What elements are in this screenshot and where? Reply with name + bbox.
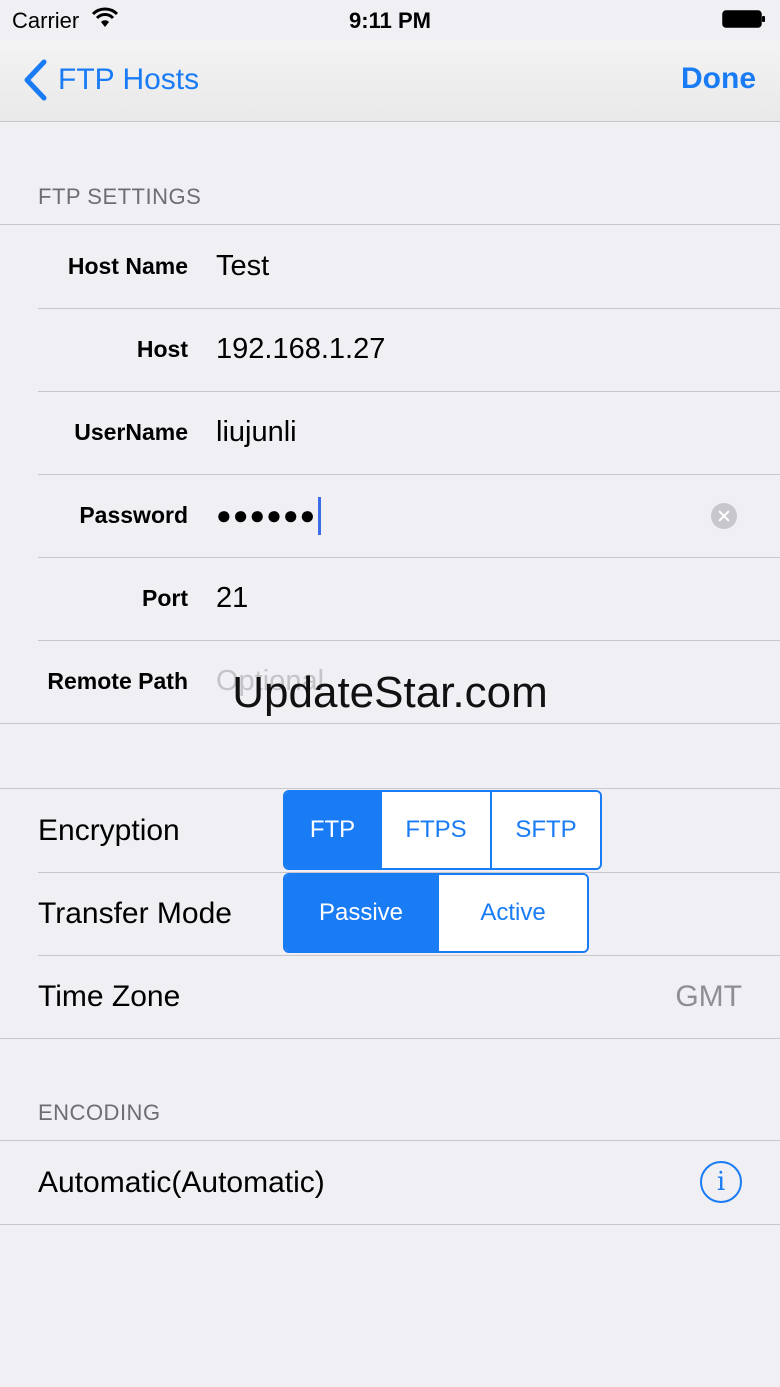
done-button[interactable]: Done — [681, 62, 756, 96]
status-bar: Carrier 9:11 PM — [0, 0, 780, 40]
password-field[interactable]: ●●●●●● — [216, 474, 322, 557]
port-field[interactable]: 21 — [216, 557, 248, 640]
info-icon[interactable]: i — [700, 1161, 742, 1203]
host-name-label: Host Name — [67, 253, 188, 279]
password-label: Password — [79, 502, 188, 528]
field-row-username: UserName liujunli — [0, 391, 780, 474]
segment-ftps[interactable]: FTPS — [380, 792, 490, 868]
segment-sftp[interactable]: SFTP — [490, 792, 600, 868]
encryption-label: Encryption — [38, 814, 180, 847]
password-dots: ●●●●●● — [216, 500, 317, 530]
segment-passive[interactable]: Passive — [285, 875, 437, 951]
transfer-mode-segmented-control: Passive Active — [283, 873, 589, 953]
encryption-segmented-control: FTP FTPS SFTP — [283, 790, 602, 870]
clear-text-icon[interactable] — [711, 503, 737, 529]
transfer-mode-row: Transfer Mode Passive Active — [0, 872, 780, 955]
time-zone-row[interactable]: Time Zone GMT — [0, 955, 780, 1038]
field-row-host: Host 192.168.1.27 — [0, 308, 780, 391]
back-button-label: FTP Hosts — [58, 63, 200, 96]
username-label: UserName — [74, 419, 188, 445]
host-label: Host — [136, 336, 188, 362]
field-row-port: Port 21 — [0, 557, 780, 640]
host-field[interactable]: 192.168.1.27 — [216, 308, 385, 391]
field-row-password: Password ●●●●●● — [0, 474, 780, 557]
encoding-value: Automatic(Automatic) — [38, 1166, 325, 1199]
segment-ftp[interactable]: FTP — [285, 792, 380, 868]
status-time: 9:11 PM — [349, 8, 431, 33]
ftp-settings-group: Host Name Test Host 192.168.1.27 UserNam… — [0, 224, 780, 724]
field-row-host-name: Host Name Test — [0, 225, 780, 308]
text-cursor — [318, 497, 322, 536]
time-zone-label: Time Zone — [38, 980, 181, 1013]
segment-active[interactable]: Active — [437, 875, 587, 951]
battery-icon — [722, 10, 765, 28]
navigation-bar: FTP Hosts Done — [0, 40, 780, 122]
back-button[interactable]: FTP Hosts — [22, 58, 199, 102]
section-header-ftp-settings: FTP SETTINGS — [38, 184, 202, 209]
transfer-mode-label: Transfer Mode — [38, 897, 232, 930]
time-zone-value: GMT — [675, 980, 742, 1013]
encryption-row: Encryption FTP FTPS SFTP — [0, 789, 780, 872]
encoding-row[interactable]: Automatic(Automatic) i — [0, 1141, 780, 1224]
host-name-field[interactable]: Test — [216, 225, 269, 308]
section-header-encoding: ENCODING — [38, 1100, 161, 1125]
port-label: Port — [142, 585, 188, 611]
options-group: Encryption FTP FTPS SFTP Transfer Mode P… — [0, 788, 780, 1039]
remote-path-label: Remote Path — [47, 668, 188, 694]
field-row-remote-path: Remote Path Optional — [0, 640, 780, 723]
username-field[interactable]: liujunli — [216, 391, 297, 474]
remote-path-field[interactable]: Optional — [216, 640, 324, 723]
chevron-left-icon — [24, 59, 47, 101]
encoding-group: Automatic(Automatic) i — [0, 1140, 780, 1225]
